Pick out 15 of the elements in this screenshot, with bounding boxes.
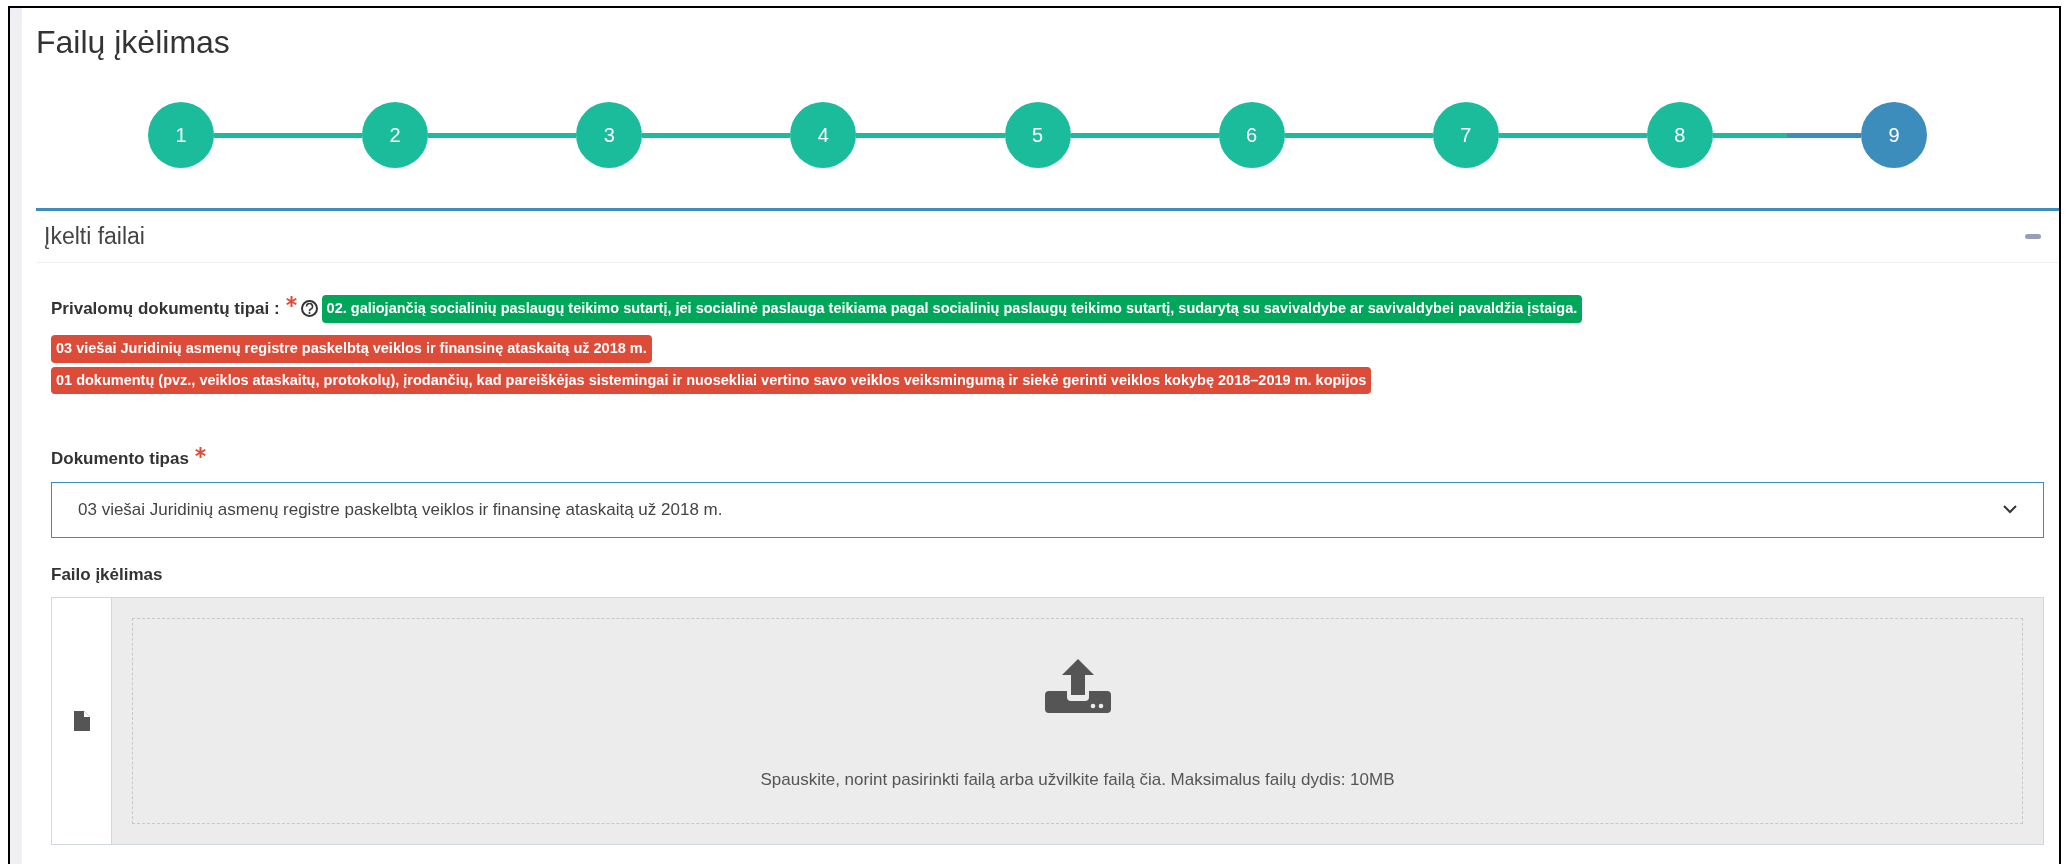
chevron-down-icon — [2003, 505, 2017, 515]
document-badge: 03 viešai Juridinių asmenų registre paskelbtą veiklos ir finansinę ataskaitą už 2018 m. — [51, 334, 652, 363]
page-title: Failų įkėlimas — [36, 23, 230, 62]
panel-title: Įkelti failai — [44, 222, 145, 252]
document-type-select[interactable]: 03 viešai Juridinių asmenų registre paskelbtą veiklos ir finansinę ataskaitą už 2018 m. — [51, 481, 2044, 538]
upload-hint: Spauskite, norint pasirinkti failą arba užvilkite failą čia. Maksimalus failų dydis: 10MB — [760, 769, 1395, 792]
collapse-button[interactable] — [2025, 233, 2041, 240]
field-label: Failo įkėlimas — [51, 563, 163, 586]
file-icon — [73, 711, 90, 732]
document-badge: 02. galiojančią socialinių paslaugų teikimo sutartį, jei socialinė paslauga teikiama pagal socialinių paslaugų teikimo sutartį, sudarytą su savivaldybe ar savivaldybei pavaldžia įstaiga. — [321, 295, 1583, 323]
help-icon[interactable] — [300, 300, 318, 318]
field-label: Privalomų dokumentų tipai : — [51, 298, 280, 321]
document-badge: 01 dokumentų (pvz., veiklos ataskaitų, protokolų), įrodančių, kad pareiškėjas sistemingai ir nuosekliai vertino savo veiklos veiksmingumą ir siekė gerinti veiklos kokybę 2018–2019 m. kopijos — [51, 366, 1372, 395]
drop-zone[interactable]: Spauskite, norint pasirinkti failą arba užvilkite failą čia. Maksimalus failų dydis: 10MB — [132, 618, 2023, 825]
field-label: Dokumento tipas — [51, 448, 189, 471]
